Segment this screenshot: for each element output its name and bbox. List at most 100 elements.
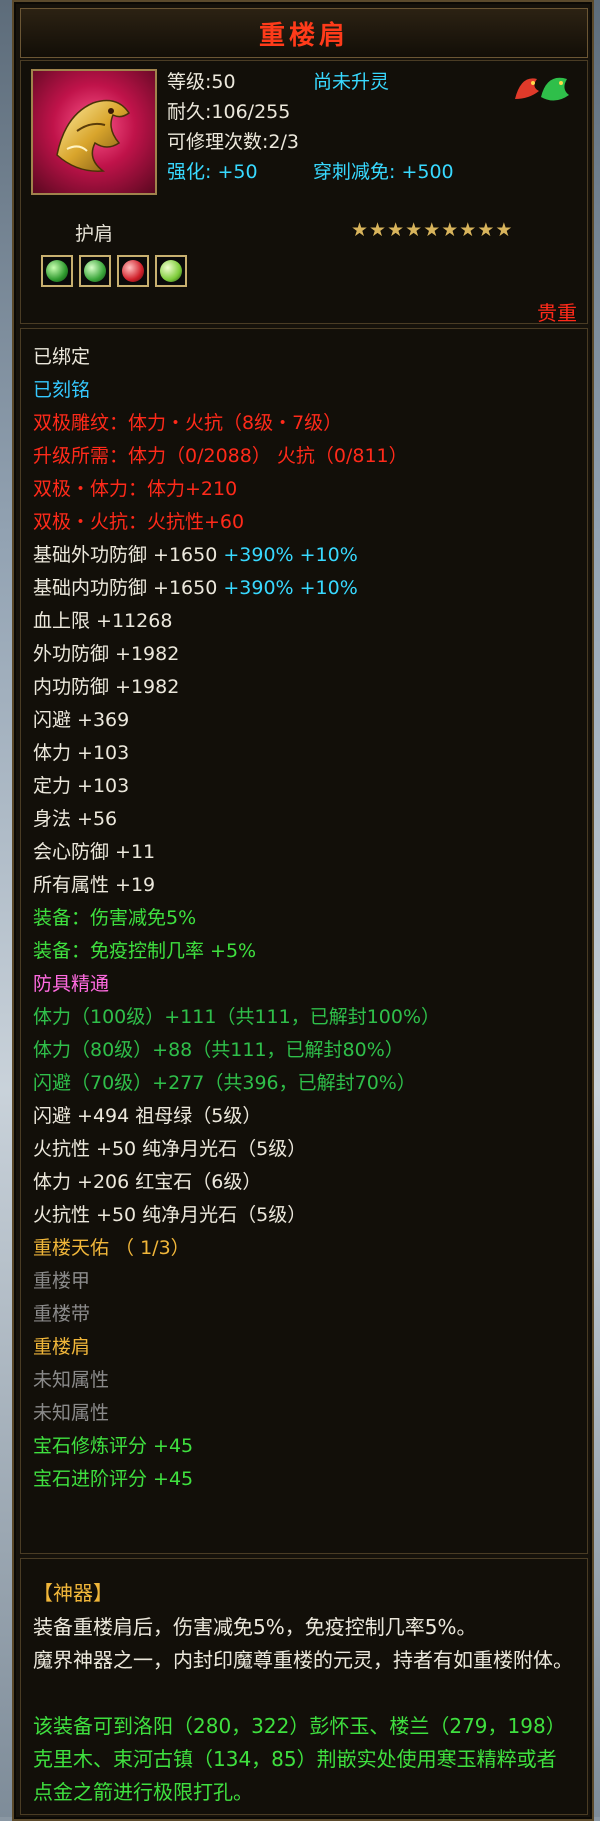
- attribute-text: 体力（80级）+88（共111，已解封80%）: [33, 1039, 404, 1061]
- gem-slots: [41, 255, 187, 287]
- green-gem-icon[interactable]: [79, 255, 111, 287]
- item-title: 重楼肩: [258, 20, 349, 51]
- attribute-line: 未知属性: [33, 1397, 440, 1430]
- attribute-text: 双极・体力：体力+210: [33, 478, 238, 500]
- attribute-text: 内功防御 +1982: [33, 676, 180, 698]
- attribute-line: 已刻铭: [33, 374, 440, 407]
- star-rating: ★ ★ ★ ★ ★ ★ ★ ★ ★: [351, 219, 512, 241]
- attribute-text: 宝石修炼评分 +45: [33, 1435, 194, 1457]
- attribute-line: 定力 +103: [33, 770, 440, 803]
- attribute-text: 定力 +103: [33, 775, 130, 797]
- attribute-line: 基础外功防御 +1650 +390% +10%: [33, 539, 440, 572]
- item-type: 护肩: [75, 223, 114, 245]
- attribute-text: 基础外功防御 +1650: [33, 544, 224, 566]
- green-gem-icon[interactable]: [41, 255, 73, 287]
- attribute-text: 体力 +206 红宝石（6级）: [33, 1171, 262, 1193]
- lore-location: 该装备可到洛阳（280，322）彭怀玉、楼兰（279，198）克里木、束河古镇（…: [33, 1714, 566, 1804]
- attribute-line: 防具精通: [33, 968, 440, 1001]
- attribute-text: 已绑定: [33, 346, 91, 368]
- repair-count-text: 可修理次数:2/3: [167, 131, 299, 153]
- star-icon: ★: [387, 219, 405, 241]
- attribute-text: 体力 +103: [33, 742, 130, 764]
- red-gem-icon[interactable]: [117, 255, 149, 287]
- attribute-text: 重楼甲: [33, 1270, 91, 1292]
- attribute-text: 身法 +56: [33, 808, 118, 830]
- attribute-text: 体力（100级）+111（共111，已解封100%）: [33, 1006, 441, 1028]
- lore-effect: 装备重楼肩后，伤害减免5%，免疫控制几率5%。: [33, 1615, 477, 1639]
- item-header: 等级:50 尚未升灵 耐久:106/255 可修理次数:2/3 强化: +50 …: [20, 60, 588, 325]
- attribute-line: 装备：免疫控制几率 +5%: [33, 935, 440, 968]
- attribute-line: 闪避（70级）+277（共396，已解封70%）: [33, 1067, 440, 1100]
- spirit-status: 尚未升灵: [313, 71, 390, 93]
- pierce-reduce-text: 穿刺减免: +500: [313, 161, 454, 183]
- lore-title: 【神器】: [33, 1581, 113, 1605]
- attribute-line: 体力（100级）+111（共111，已解封100%）: [33, 1001, 440, 1034]
- attribute-text: 重楼天佑 （ 1/3）: [33, 1237, 190, 1259]
- attribute-line: 火抗性 +50 纯净月光石（5级）: [33, 1199, 440, 1232]
- attribute-line: 双极・火抗：火抗性+60: [33, 506, 440, 539]
- attribute-line: 双极雕纹：体力・火抗（8级・7级）: [33, 407, 440, 440]
- attribute-line: 未知属性: [33, 1364, 440, 1397]
- star-icon: ★: [369, 219, 387, 241]
- attribute-text: 外功防御 +1982: [33, 643, 180, 665]
- durability-text: 耐久:106/255: [167, 101, 291, 123]
- attribute-text: 双极雕纹：体力・火抗（8级・7级）: [33, 412, 343, 434]
- attribute-text: 未知属性: [33, 1402, 110, 1424]
- attribute-line: 闪避 +369: [33, 704, 440, 737]
- attribute-text: 闪避 +494 祖母绿（5级）: [33, 1105, 262, 1127]
- attribute-text: 所有属性 +19: [33, 874, 156, 896]
- star-icon: ★: [459, 219, 477, 241]
- item-icon-frame: [31, 69, 157, 195]
- lore-description: 魔界神器之一，内封印魔尊重楼的元灵，持者有如重楼附体。: [33, 1648, 573, 1672]
- attribute-line: 重楼肩: [33, 1331, 440, 1364]
- attribute-bonus: +390% +10%: [223, 577, 358, 599]
- attribute-text: 火抗性 +50 纯净月光石（5级）: [33, 1204, 307, 1226]
- green-gem-icon[interactable]: [155, 255, 187, 287]
- attribute-panel: 已绑定已刻铭双极雕纹：体力・火抗（8级・7级） 升级所需：体力（0/2088） 火…: [20, 328, 588, 1554]
- attribute-text: 重楼肩: [33, 1336, 91, 1358]
- attribute-line: 基础内功防御 +1650 +390% +10%: [33, 572, 440, 605]
- attribute-text: 升级所需：体力（0/2088） 火抗（0/811）: [33, 445, 408, 467]
- attribute-line: 火抗性 +50 纯净月光石（5级）: [33, 1133, 440, 1166]
- star-icon: ★: [441, 219, 459, 241]
- attribute-text: 装备：免疫控制几率 +5%: [33, 940, 257, 962]
- attribute-text: 未知属性: [33, 1369, 110, 1391]
- star-icon: ★: [495, 219, 513, 241]
- star-icon: ★: [405, 219, 423, 241]
- attribute-text: 火抗性 +50 纯净月光石（5级）: [33, 1138, 307, 1160]
- attribute-line: 体力 +206 红宝石（6级）: [33, 1166, 440, 1199]
- star-icon: ★: [477, 219, 495, 241]
- attribute-line: 体力 +103: [33, 737, 440, 770]
- attribute-line: 重楼甲: [33, 1265, 440, 1298]
- attribute-line: 会心防御 +11: [33, 836, 440, 869]
- attribute-text: 装备：伤害减免5%: [33, 907, 197, 929]
- attribute-line: 升级所需：体力（0/2088） 火抗（0/811）: [33, 440, 440, 473]
- attribute-bonus: +390% +10%: [223, 544, 358, 566]
- attribute-line: 宝石进阶评分 +45: [33, 1463, 440, 1496]
- attribute-line: 重楼天佑 （ 1/3）: [33, 1232, 440, 1265]
- attribute-line: 重楼带: [33, 1298, 440, 1331]
- strengthen-text: 强化: +50: [167, 161, 258, 183]
- attribute-line: 已绑定: [33, 341, 440, 374]
- attribute-list: 已绑定已刻铭双极雕纹：体力・火抗（8级・7级） 升级所需：体力（0/2088） 火…: [33, 341, 440, 1496]
- attribute-line: 外功防御 +1982: [33, 638, 440, 671]
- attribute-text: 重楼带: [33, 1303, 91, 1325]
- golden-dragon-shoulder-icon: [56, 99, 131, 172]
- attribute-line: 内功防御 +1982: [33, 671, 440, 704]
- attribute-text: 已刻铭: [33, 379, 91, 401]
- attribute-text: 闪避（70级）+277（共396，已解封70%）: [33, 1072, 416, 1094]
- attribute-text: 宝石进阶评分 +45: [33, 1468, 194, 1490]
- star-icon: ★: [423, 219, 441, 241]
- attribute-line: 体力（80级）+88（共111，已解封80%）: [33, 1034, 440, 1067]
- attribute-text: 双极・火抗：火抗性+60: [33, 511, 245, 533]
- attribute-text: 会心防御 +11: [33, 841, 156, 863]
- item-tooltip: 重楼肩 等级:50 尚未升灵 耐久:106/255 可修理次数:2/3 强化: …: [12, 0, 594, 1821]
- tooltip-title-bar: 重楼肩: [20, 8, 588, 58]
- attribute-line: 宝石修炼评分 +45: [33, 1430, 440, 1463]
- attribute-text: 防具精通: [33, 973, 110, 995]
- attribute-line: 所有属性 +19: [33, 869, 440, 902]
- attribute-text: 血上限 +11268: [33, 610, 173, 632]
- attribute-line: 闪避 +494 祖母绿（5级）: [33, 1100, 440, 1133]
- attribute-line: 身法 +56: [33, 803, 440, 836]
- spirit-dragon-icon: [515, 77, 569, 101]
